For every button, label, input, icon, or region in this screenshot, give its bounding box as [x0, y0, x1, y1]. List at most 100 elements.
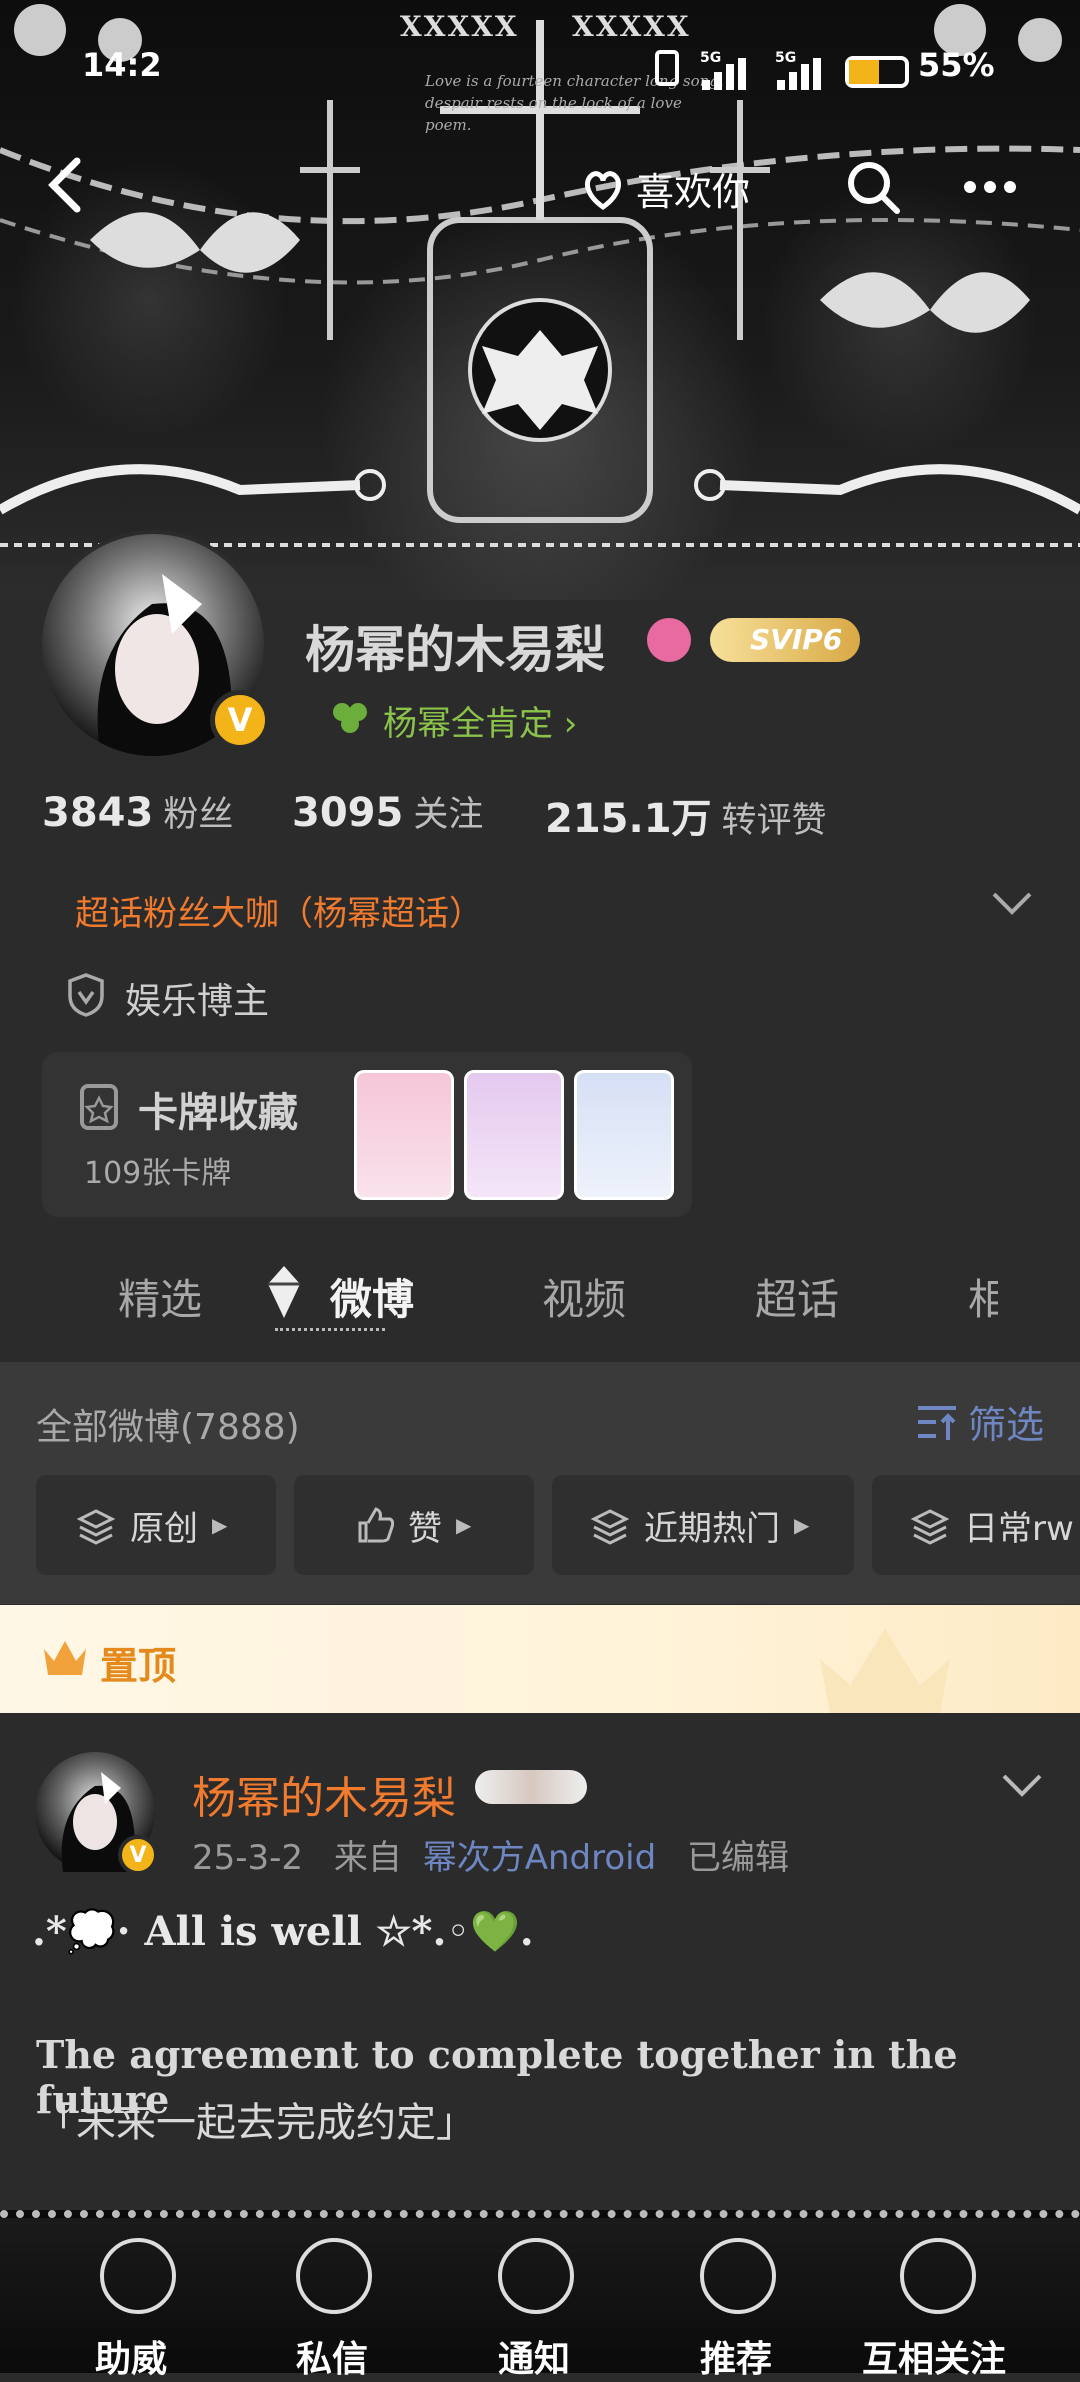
chevron-down-icon — [1002, 1774, 1042, 1797]
clover-icon — [330, 698, 370, 742]
bottom-notify-button[interactable]: 通知 — [498, 2330, 570, 2382]
tab-super-topic[interactable]: 超话 — [755, 1266, 839, 1327]
shield-icon — [66, 972, 106, 1022]
stat-following-value: 3095 — [292, 790, 404, 836]
post-menu-button[interactable] — [1000, 1770, 1044, 1804]
bottom-recommend-button[interactable]: 推荐 — [700, 2330, 772, 2382]
stat-interactions-label: 转评赞 — [721, 801, 827, 841]
message-icon — [296, 2238, 372, 2314]
all-posts-count: 全部微博(7888) — [36, 1407, 300, 1448]
post-meta: 25-3-2 来自 幂次方Android 已编辑 — [192, 1830, 789, 1879]
profile-name: 杨幂的木易梨 — [305, 621, 605, 679]
banner-decor-left: XXXXX — [400, 10, 519, 43]
post-verified-badge: V — [118, 1835, 158, 1875]
recommend-icon — [700, 2238, 776, 2314]
diamond-pendant-icon — [262, 1262, 306, 1326]
hourglass-icon — [900, 2238, 976, 2314]
filter-chip-original[interactable]: 原创 ▶ — [36, 1475, 276, 1575]
crown-watermark-icon — [820, 1629, 950, 1713]
filter-button[interactable]: 筛选 — [914, 1394, 1044, 1449]
like-label: 喜欢你 — [636, 169, 751, 214]
stat-interactions[interactable]: 215.1万 转评赞 — [545, 786, 827, 844]
tab-weibo[interactable]: 微博 — [330, 1266, 414, 1327]
author-badge-icon — [475, 1770, 587, 1804]
layers-icon — [76, 1509, 116, 1545]
pinned-banner: 置顶 — [0, 1605, 1080, 1713]
sort-filter-icon — [918, 1405, 956, 1440]
card-count: 109张卡牌 — [84, 1156, 232, 1191]
profile-tagline[interactable]: 杨幂全肯定 › — [383, 696, 577, 745]
post-text-line-3: 「未来一起去完成约定」 — [36, 2100, 476, 2146]
post-from-label: 来自 — [333, 1838, 402, 1878]
card-collection[interactable]: 卡牌收藏 109张卡牌 — [42, 1052, 692, 1217]
stat-following[interactable]: 3095 关注 — [292, 786, 483, 837]
stat-following-label: 关注 — [413, 795, 484, 835]
cheer-icon — [100, 2238, 176, 2314]
caret-right-icon: ▶ — [456, 1513, 472, 1537]
bottom-message-button[interactable]: 私信 — [296, 2330, 368, 2382]
more-dots-icon — [964, 181, 1016, 193]
back-arrow-icon — [48, 157, 81, 213]
bell-icon — [498, 2238, 574, 2314]
battery-icon — [845, 56, 909, 88]
thumbs-up-icon — [358, 1507, 394, 1543]
stat-fans[interactable]: 3843 粉丝 — [42, 786, 233, 837]
card-thumb-2[interactable] — [464, 1070, 564, 1200]
back-button[interactable] — [30, 150, 100, 220]
card-icon — [78, 1082, 122, 1136]
vibrate-icon — [655, 50, 679, 86]
like-button[interactable]: 喜欢你 — [580, 155, 750, 221]
post-text-line-1: .*💭· All is well ☆*.◦💚. — [32, 1908, 534, 1955]
bottom-mutual-follow-button[interactable]: 互相关注 — [862, 2330, 1006, 2382]
super-topic-icon[interactable] — [647, 618, 691, 662]
caret-right-icon: ▶ — [794, 1513, 810, 1537]
filter-label: 筛选 — [968, 1403, 1045, 1447]
tab-active-indicator — [275, 1328, 385, 1338]
filter-chip-liked[interactable]: 赞 ▶ — [294, 1475, 534, 1575]
bottom-action-bar: 助威 私信 通知 推荐 互相关注 — [0, 2210, 1080, 2380]
vip-badge[interactable]: SVIP6 — [710, 618, 861, 662]
filter-chip-label: 赞 — [408, 1508, 442, 1549]
filter-chip-label: 原创 — [130, 1508, 198, 1549]
signal-icon-2 — [777, 58, 821, 90]
filter-chip-trending[interactable]: 近期热门 ▶ — [552, 1475, 854, 1575]
filter-chip-label: 日常rw — [964, 1508, 1074, 1549]
banner-poem: Love is a fourteen character long song, … — [425, 72, 724, 134]
stat-fans-label: 粉丝 — [163, 795, 234, 835]
layers-icon — [590, 1509, 630, 1545]
post-filter-area: 全部微博(7888) 筛选 原创 ▶ 赞 ▶ 近期热门 ▶ 日常rw — [0, 1362, 1080, 1604]
signal-icon — [702, 58, 746, 90]
banner-decor-right: XXXXX — [572, 10, 691, 43]
tab-album[interactable]: 相 — [968, 1266, 998, 1327]
fan-badge-text[interactable]: 超话粉丝大咖（杨幂超话） — [75, 886, 483, 935]
search-icon — [848, 162, 900, 214]
post-date: 25-3-2 — [192, 1838, 304, 1878]
post-edited: 已编辑 — [686, 1838, 789, 1878]
bottom-cheer-button[interactable]: 助威 — [95, 2330, 167, 2382]
caret-right-icon: ▶ — [212, 1513, 228, 1537]
tab-video[interactable]: 视频 — [542, 1266, 626, 1327]
post-author-name[interactable]: 杨幂的木易梨 — [192, 1762, 456, 1826]
battery-level: 55% — [918, 46, 995, 84]
profile-banner: XXXXX XXXXX Love is a fourteen character… — [0, 0, 1080, 600]
pinned-label: 置顶 — [100, 1644, 177, 1688]
filter-chip-label: 近期热门 — [644, 1508, 780, 1549]
tab-featured[interactable]: 精选 — [118, 1266, 202, 1327]
card-thumb-3[interactable] — [574, 1070, 674, 1200]
more-button[interactable] — [955, 152, 1025, 222]
card-title: 卡牌收藏 — [138, 1090, 298, 1136]
filter-chip-daily[interactable]: 日常rw — [872, 1475, 1080, 1575]
crown-icon — [44, 1641, 86, 1675]
heart-hand-icon — [585, 171, 621, 211]
layers-icon — [910, 1509, 950, 1545]
stat-interactions-value: 215.1万 — [545, 796, 712, 842]
status-time: 14:2 — [82, 46, 162, 84]
card-thumb-1[interactable] — [354, 1070, 454, 1200]
blogger-type: 娱乐博主 — [125, 981, 270, 1022]
expand-chevron-button[interactable] — [990, 888, 1034, 922]
post-source[interactable]: 幂次方Android — [423, 1838, 656, 1878]
chevron-down-icon — [992, 892, 1032, 915]
verified-badge: V — [210, 690, 270, 750]
search-button[interactable] — [838, 152, 908, 222]
stat-fans-value: 3843 — [42, 790, 154, 836]
